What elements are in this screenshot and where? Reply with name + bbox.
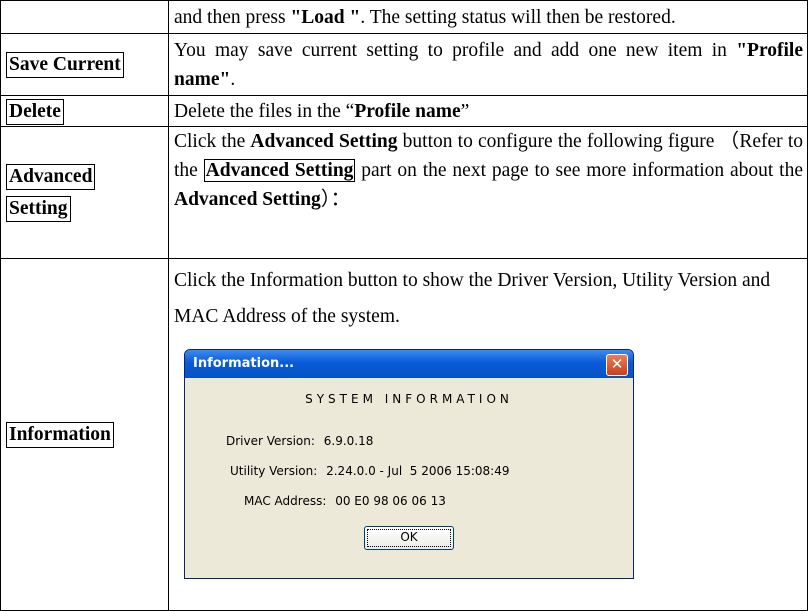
text-fragment: . [230,68,236,90]
ok-button[interactable]: OK [364,526,454,550]
text-fragment: and then press [174,6,291,28]
close-icon[interactable]: ✕ [606,354,628,376]
information-description: Click the Information button to show the… [174,270,771,327]
dialog-title: Information... [193,356,295,371]
driver-version-label: Driver Version: [226,434,315,448]
profile-name-keyword: Profile name [354,100,461,122]
row-label-information: Information [0,258,169,611]
driver-version-value: 6.9.0.18 [323,434,374,448]
row-label-save-current: Save Current [0,33,169,96]
table-row: Advanced Setting Click the Advanced Sett… [0,126,808,259]
text-fragment: You may save current setting to profile … [174,39,737,61]
load-keyword: "Load " [290,6,361,28]
mac-address-label: MAC Address: [244,494,327,508]
row-description: Click the Advanced Setting button to con… [168,126,808,259]
advanced-setting-keyword: Advanced Setting [203,159,356,182]
text-fragment: . The setting status will then be restor… [360,6,676,28]
utility-version-value: 2.24.0.0 - Jul 5 2006 15:08:49 [326,464,510,478]
advanced-setting-keyword: Advanced Setting [250,131,398,152]
dialog-title-bar: Information... ✕ [185,350,633,378]
information-dialog: Information... ✕ SYSTEM INFORMATION Driv… [184,349,634,579]
text-fragment: ” [460,100,470,122]
ok-button-label: OK [400,530,418,544]
text-fragment: part on the next page to see more inform… [355,160,803,181]
row-label-empty [0,0,169,34]
system-information-heading: SYSTEM INFORMATION [305,392,513,406]
delete-label: Delete [6,98,64,125]
row-description: You may save current setting to profile … [168,33,808,96]
text-fragment: ）： [320,189,351,210]
driver-version-row: Driver Version: 6.9.0.18 [226,434,373,448]
text-fragment: Click the [174,131,251,152]
row-label-delete: Delete [0,95,169,127]
save-current-label: Save Current [6,52,124,78]
row-label-advanced-setting: Advanced Setting [0,126,169,259]
mac-address-value: 00 E0 98 06 06 13 [335,494,446,508]
row-description: Click the Information button to show the… [168,258,808,611]
information-label: Information [6,422,114,448]
table-row: Delete Delete the files in the “Profile … [0,95,808,127]
mac-address-row: MAC Address: 00 E0 98 06 06 13 [244,494,446,508]
table-row: Save Current You may save current settin… [0,33,808,96]
row-description: and then press "Load ". The setting stat… [168,0,808,34]
advanced-label: Advanced [6,163,96,190]
settings-table: and then press "Load ". The setting stat… [0,0,808,611]
text-fragment: Delete the files in the “ [174,100,355,122]
setting-label: Setting [6,195,71,222]
table-row: Information Click the Information button… [0,258,808,611]
advanced-setting-keyword: Advanced Setting [174,189,321,210]
utility-version-label: Utility Version: [230,464,318,478]
table-row: and then press "Load ". The setting stat… [0,0,808,34]
dialog-body: SYSTEM INFORMATION Driver Version: 6.9.0… [188,378,630,575]
row-description: Delete the files in the “Profile name” [168,95,808,127]
utility-version-row: Utility Version: 2.24.0.0 - Jul 5 2006 1… [230,464,510,478]
